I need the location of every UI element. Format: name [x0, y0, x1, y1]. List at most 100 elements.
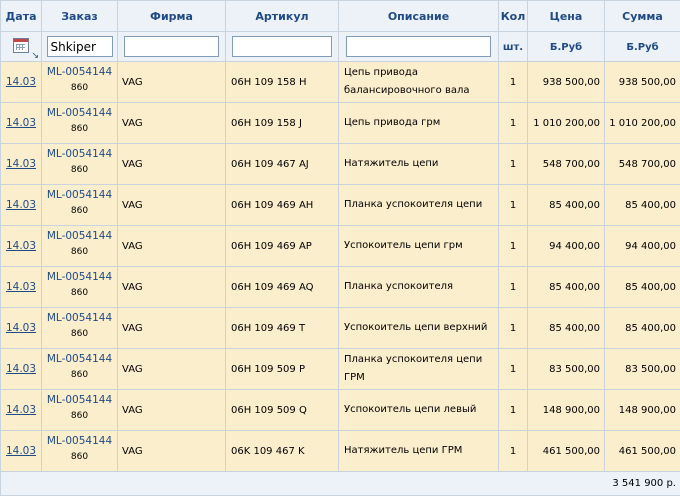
sum-unit-label: Б.Руб	[626, 42, 658, 53]
order-link[interactable]: ML-0054144	[42, 392, 117, 408]
date-filter-cell: ↘	[1, 32, 42, 62]
qty-cell: 1	[499, 431, 528, 472]
table-row: 14.03ML-0054144860VAG06H 109 158 JЦепь п…	[1, 103, 680, 144]
date-link[interactable]: 14.03	[6, 445, 36, 457]
price-cell: 548 700,00	[528, 144, 605, 185]
description-cell: Успокоитель цепи левый	[339, 390, 499, 431]
column-header-firm[interactable]: Фирма	[118, 1, 226, 32]
order-link[interactable]: ML-0054144	[42, 269, 117, 285]
date-link[interactable]: 14.03	[6, 322, 36, 334]
table-row: 14.03ML-0054144860VAG06H 109 158 HЦепь п…	[1, 62, 680, 103]
description-cell: Планка успокоителя	[339, 267, 499, 308]
date-link[interactable]: 14.03	[6, 76, 36, 88]
date-link[interactable]: 14.03	[6, 281, 36, 293]
order-cell: ML-0054144860	[42, 308, 118, 349]
description-cell: Успокоитель цепи верхний	[339, 308, 499, 349]
price-cell: 1 010 200,00	[528, 103, 605, 144]
article-filter-input[interactable]	[232, 36, 332, 57]
order-filter-cell	[42, 32, 118, 62]
qty-cell: 1	[499, 144, 528, 185]
order-sub-number: 860	[42, 244, 117, 260]
order-link[interactable]: ML-0054144	[42, 228, 117, 244]
sort-arrow-icon[interactable]: ↘	[31, 52, 39, 61]
sum-unit-cell: Б.Руб	[605, 32, 680, 62]
order-link[interactable]: ML-0054144	[42, 146, 117, 162]
date-cell: 14.03	[1, 308, 42, 349]
order-link[interactable]: ML-0054144	[42, 433, 117, 449]
date-link[interactable]: 14.03	[6, 117, 36, 129]
description-filter-cell	[339, 32, 499, 62]
date-link[interactable]: 14.03	[6, 363, 36, 375]
firm-cell: VAG	[118, 103, 226, 144]
filter-row: ↘ шт. Б.Руб Б.Руб	[1, 32, 680, 62]
order-link[interactable]: ML-0054144	[42, 105, 117, 121]
header-row: Дата Заказ Фирма Артикул Описание Кол Це…	[1, 1, 680, 32]
date-cell: 14.03	[1, 431, 42, 472]
order-sub-number: 860	[42, 203, 117, 219]
column-header-article[interactable]: Артикул	[226, 1, 339, 32]
firm-filter-input[interactable]	[124, 36, 219, 57]
firm-cell: VAG	[118, 308, 226, 349]
price-unit-label: Б.Руб	[550, 42, 582, 53]
table-row: 14.03 ML-0054144860VAG06H 109 469 TУспоко…	[1, 308, 680, 349]
footer-row: 3 541 900 р.	[1, 472, 680, 496]
sum-cell: 461 500,00	[605, 431, 680, 472]
description-cell: Натяжитель цепи ГРМ	[339, 431, 499, 472]
price-cell: 94 400,00	[528, 226, 605, 267]
price-cell: 85 400,00	[528, 308, 605, 349]
article-cell: 06H 109 469 T	[226, 308, 339, 349]
table-row: 14.03 ML-0054144860VAG06K 109 467 KНатяжи…	[1, 431, 680, 472]
date-link[interactable]: 14.03	[6, 404, 36, 416]
description-cell: Планка успокоителя цепи	[339, 185, 499, 226]
column-header-description[interactable]: Описание	[339, 1, 499, 32]
date-cell: 14.03	[1, 390, 42, 431]
qty-cell: 1	[499, 226, 528, 267]
firm-cell: VAG	[118, 431, 226, 472]
sum-cell: 85 400,00	[605, 308, 680, 349]
date-cell: 14.03	[1, 267, 42, 308]
order-cell: ML-0054144860	[42, 349, 118, 390]
order-sub-number: 860	[42, 80, 117, 96]
article-cell: 06K 109 467 K	[226, 431, 339, 472]
sum-cell: 1 010 200,00	[605, 103, 680, 144]
date-link[interactable]: 14.03	[6, 158, 36, 170]
orders-table: Дата Заказ Фирма Артикул Описание Кол Це…	[0, 0, 680, 496]
total-amount: 3 541 900 р.	[1, 472, 680, 496]
column-header-order[interactable]: Заказ	[42, 1, 118, 32]
price-cell: 148 900,00	[528, 390, 605, 431]
column-header-sum[interactable]: Сумма	[605, 1, 680, 32]
column-header-price[interactable]: Цена	[528, 1, 605, 32]
firm-filter-cell	[118, 32, 226, 62]
sum-cell: 94 400,00	[605, 226, 680, 267]
order-link[interactable]: ML-0054144	[42, 64, 117, 80]
description-filter-input[interactable]	[346, 36, 491, 57]
order-link[interactable]: ML-0054144	[42, 310, 117, 326]
date-link[interactable]: 14.03	[6, 199, 36, 211]
order-sub-number: 860	[42, 367, 117, 383]
article-cell: 06H 109 158 J	[226, 103, 339, 144]
firm-cell: VAG	[118, 144, 226, 185]
column-header-date[interactable]: Дата	[1, 1, 42, 32]
date-link[interactable]: 14.03	[6, 240, 36, 252]
order-cell: ML-0054144860	[42, 62, 118, 103]
sum-cell: 83 500,00	[605, 349, 680, 390]
qty-unit-cell: шт.	[499, 32, 528, 62]
qty-cell: 1	[499, 390, 528, 431]
firm-cell: VAG	[118, 390, 226, 431]
order-cell: ML-0054144860	[42, 431, 118, 472]
date-cell: 14.03	[1, 185, 42, 226]
article-cell: 06H 109 509 P	[226, 349, 339, 390]
order-sub-number: 860	[42, 408, 117, 424]
order-cell: ML-0054144860	[42, 144, 118, 185]
order-filter-input[interactable]	[47, 36, 113, 57]
order-link[interactable]: ML-0054144	[42, 351, 117, 367]
date-cell: 14.03	[1, 103, 42, 144]
sum-cell: 85 400,00	[605, 267, 680, 308]
calendar-icon[interactable]	[13, 38, 29, 53]
price-cell: 461 500,00	[528, 431, 605, 472]
description-cell: Планка успокоителя цепи ГРМ	[339, 349, 499, 390]
order-link[interactable]: ML-0054144	[42, 187, 117, 203]
column-header-qty[interactable]: Кол	[499, 1, 528, 32]
order-cell: ML-0054144860	[42, 267, 118, 308]
date-cell: 14.03	[1, 62, 42, 103]
